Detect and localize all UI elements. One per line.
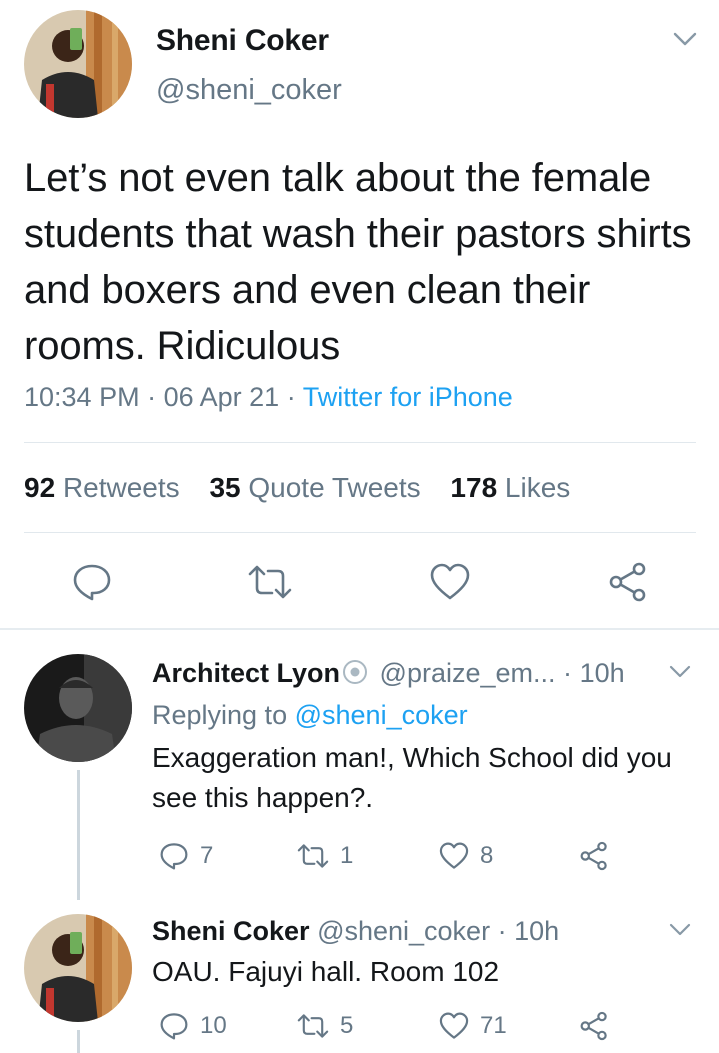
- reply-icon: [160, 1013, 188, 1040]
- reply-button[interactable]: 10: [158, 1010, 227, 1042]
- share-button[interactable]: [578, 1010, 620, 1042]
- retweet-count: 5: [340, 1012, 354, 1039]
- like-count: 71: [480, 1012, 507, 1039]
- like-button[interactable]: 71: [438, 1010, 507, 1042]
- chevron-down-icon[interactable]: [672, 30, 698, 53]
- reply-icon: [160, 843, 188, 870]
- avatar[interactable]: [24, 654, 132, 762]
- retweets-count: 92: [24, 472, 56, 503]
- share-icon: [609, 562, 646, 602]
- reply-time: 10h: [514, 916, 560, 946]
- author-handle[interactable]: @sheni_coker: [156, 74, 342, 107]
- reply-header: Architect Lyon @praize_em... · 10h: [152, 658, 625, 692]
- quotes-count: 35: [209, 472, 241, 503]
- likes-stat[interactable]: 178 Likes: [450, 472, 570, 503]
- retweet-button[interactable]: [246, 560, 294, 609]
- thread-line: [77, 770, 80, 900]
- tweet-time: 10:34 PM: [24, 382, 140, 412]
- retweet-button[interactable]: 1: [296, 840, 353, 872]
- meta-separator: ·: [286, 382, 296, 412]
- reply-author-handle[interactable]: @praize_em...: [380, 658, 556, 688]
- reply-author-name[interactable]: Architect Lyon: [152, 658, 340, 688]
- avatar-photo: [24, 10, 132, 118]
- retweet-button[interactable]: 5: [296, 1010, 353, 1042]
- divider: [24, 532, 696, 533]
- heart-icon: [439, 1012, 469, 1039]
- tweet-source-link[interactable]: Twitter for iPhone: [303, 382, 513, 412]
- replying-prefix: Replying to: [152, 700, 288, 730]
- tweet-action-bar: [0, 560, 719, 604]
- reply-action-bar: 7 1 8: [152, 840, 672, 876]
- reply-button[interactable]: 7: [158, 840, 213, 872]
- retweet-icon: [297, 844, 329, 868]
- reply-count: 7: [200, 842, 214, 869]
- retweet-icon: [297, 1014, 329, 1038]
- quotes-label: Quote Tweets: [248, 472, 421, 503]
- reply-tweet[interactable]: Sheni Coker @sheni_coker · 10h OAU. Faju…: [0, 900, 719, 1053]
- replying-to: Replying to @sheni_coker: [152, 700, 468, 731]
- reply-button[interactable]: [70, 560, 114, 609]
- reply-text: Exaggeration man!, Which School did you …: [152, 742, 672, 813]
- meta-separator: ·: [147, 382, 157, 412]
- retweet-count: 1: [340, 842, 354, 869]
- reply-count: 10: [200, 1012, 227, 1039]
- verified-badge-icon: [342, 659, 368, 692]
- share-icon: [580, 1011, 607, 1041]
- retweets-label: Retweets: [62, 472, 180, 503]
- author-name[interactable]: Sheni Coker: [156, 24, 329, 58]
- reply-tweet[interactable]: Architect Lyon @praize_em... · 10h Reply…: [0, 630, 719, 900]
- meta-separator: ·: [497, 916, 507, 946]
- tweet-stats: 92 Retweets 35 Quote Tweets 178 Likes: [24, 472, 592, 504]
- likes-count: 178: [450, 472, 498, 503]
- tweet-date: 06 Apr 21: [163, 382, 280, 412]
- divider: [24, 442, 696, 443]
- reply-author-name[interactable]: Sheni Coker: [152, 916, 310, 946]
- reply-author-handle[interactable]: @sheni_coker: [317, 916, 490, 946]
- like-button[interactable]: 8: [438, 840, 493, 872]
- retweets-stat[interactable]: 92 Retweets: [24, 472, 180, 503]
- share-icon: [580, 841, 607, 871]
- avatar[interactable]: [24, 10, 132, 118]
- avatar-photo: [24, 654, 132, 762]
- heart-icon: [439, 842, 469, 869]
- thread-line: [77, 1030, 80, 1053]
- avatar[interactable]: [24, 914, 132, 1022]
- reply-icon: [73, 564, 111, 601]
- chevron-down-icon[interactable]: [668, 922, 692, 943]
- like-button[interactable]: [428, 560, 472, 609]
- share-button[interactable]: [606, 560, 650, 609]
- reply-header: Sheni Coker @sheni_coker · 10h: [152, 916, 559, 947]
- chevron-down-icon[interactable]: [668, 664, 692, 685]
- reply-text: OAU. Fajuyi hall. Room 102: [152, 956, 500, 987]
- quote-tweets-stat[interactable]: 35 Quote Tweets: [209, 472, 420, 503]
- tweet-text: Let’s not even talk about the female stu…: [24, 156, 692, 368]
- replying-to-link[interactable]: @sheni_coker: [295, 700, 468, 730]
- likes-label: Likes: [504, 472, 571, 503]
- heart-icon: [430, 563, 470, 600]
- reply-time: 10h: [579, 658, 625, 688]
- meta-separator: ·: [563, 658, 573, 688]
- avatar-photo: [24, 914, 132, 1022]
- reply-action-bar: 10 5 71: [152, 1010, 672, 1046]
- like-count: 8: [480, 842, 494, 869]
- retweet-icon: [248, 565, 292, 599]
- tweet-meta: 10:34 PM · 06 Apr 21 · Twitter for iPhon…: [24, 382, 513, 413]
- share-button[interactable]: [578, 840, 620, 872]
- main-tweet: Sheni Coker @sheni_coker Let’s not even …: [0, 0, 719, 628]
